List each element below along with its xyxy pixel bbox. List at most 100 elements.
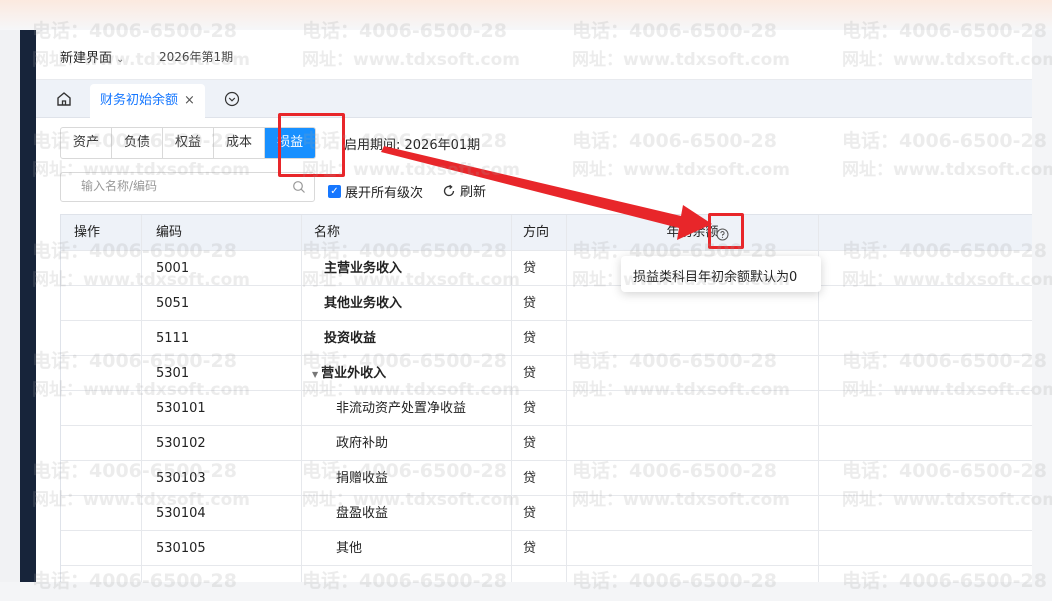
table-row[interactable]: 530102 政府补助 贷 <box>61 426 1032 461</box>
table-row[interactable]: 5001 主营业务收入 贷 <box>61 251 1032 286</box>
table-row[interactable]: 530105 其他 贷 <box>61 531 1032 566</box>
op-cell <box>61 321 142 355</box>
category-tab-cost[interactable]: 成本 <box>214 128 266 158</box>
extra-cell <box>819 531 1032 565</box>
chevron-down-icon: ⌄ <box>116 54 125 65</box>
col-header-extra <box>819 215 1032 250</box>
refresh-label: 刷新 <box>460 185 487 200</box>
balance-cell[interactable] <box>567 496 819 530</box>
search-box <box>60 172 315 202</box>
name-cell <box>302 566 512 582</box>
op-cell <box>61 426 142 460</box>
code-cell: 5301 <box>142 356 302 390</box>
close-icon[interactable]: × <box>184 93 195 108</box>
balance-cell[interactable] <box>567 356 819 390</box>
expand-all-checkbox[interactable]: ✓ 展开所有级次 <box>328 182 423 201</box>
table-row[interactable]: 5111 投资收益 贷 <box>61 321 1032 356</box>
balance-cell[interactable] <box>567 426 819 460</box>
search-input[interactable] <box>81 179 281 193</box>
extra-cell <box>819 286 1032 320</box>
extra-cell <box>819 391 1032 425</box>
app-window: 新建界面 ⌄ 2026年第1期 财务初始余额 × 资产 负债 权益 成本 损益 启用… <box>36 30 1032 582</box>
name-cell: 非流动资产处置净收益 <box>302 391 512 425</box>
app-header: 新建界面 ⌄ 2026年第1期 <box>36 30 1032 80</box>
name-cell: 其他 <box>302 531 512 565</box>
extra-cell <box>819 356 1032 390</box>
code-cell: 530101 <box>142 391 302 425</box>
name-cell: 主营业务收入 <box>302 251 512 285</box>
table-row[interactable]: 530104 盘盈收益 贷 <box>61 496 1032 531</box>
direction-cell: 贷 <box>512 391 567 425</box>
direction-cell: 贷 <box>512 356 567 390</box>
more-circle-icon[interactable] <box>224 91 240 107</box>
tab-financial-opening-balance[interactable]: 财务初始余额 × <box>90 84 205 118</box>
table-row-partial <box>61 566 1032 582</box>
code-cell: 5051 <box>142 286 302 320</box>
code-cell: 530104 <box>142 496 302 530</box>
col-header-direction: 方向 <box>512 215 567 250</box>
name-cell: 投资收益 <box>302 321 512 355</box>
enable-period-label: 启用期间: 2026年01期 <box>344 138 481 153</box>
checkbox-checked-icon: ✓ <box>328 185 341 198</box>
extra-cell <box>819 251 1032 285</box>
code-cell: 530102 <box>142 426 302 460</box>
balance-table: 操作 编码 名称 方向 年初余额 5001 主营业务收入 贷 5051 其他业务… <box>60 214 1032 582</box>
table-row[interactable]: 530103 捐赠收益 贷 <box>61 461 1032 496</box>
direction-cell: 贷 <box>512 321 567 355</box>
tooltip-text: 损益类科目年初余额默认为0 <box>633 270 798 285</box>
period-label: 2026年第1期 <box>159 50 234 64</box>
table-header-row: 操作 编码 名称 方向 年初余额 <box>61 215 1032 251</box>
op-cell <box>61 461 142 495</box>
tab-label: 财务初始余额 <box>100 93 179 108</box>
extra-cell <box>819 461 1032 495</box>
workspace-label: 新建界面 <box>60 51 113 66</box>
name-cell: 政府补助 <box>302 426 512 460</box>
direction-cell: 贷 <box>512 251 567 285</box>
balance-cell[interactable] <box>567 321 819 355</box>
category-tab-liabilities[interactable]: 负债 <box>112 128 164 158</box>
category-tab-equity[interactable]: 权益 <box>163 128 215 158</box>
workspace-selector[interactable]: 新建界面 ⌄ <box>60 47 124 66</box>
name-text: 营业外收入 <box>321 366 387 381</box>
tooltip: 损益类科目年初余额默认为0 <box>621 250 821 292</box>
code-cell: 530105 <box>142 531 302 565</box>
code-cell: 5001 <box>142 251 302 285</box>
window-right-strip <box>1032 30 1052 582</box>
table-row[interactable]: 5301 ▼ 营业外收入 贷 <box>61 356 1032 391</box>
col-header-balance: 年初余额 <box>567 215 819 250</box>
tab-bar: 财务初始余额 × <box>36 80 1032 118</box>
direction-cell <box>512 566 567 582</box>
op-cell <box>61 356 142 390</box>
balance-cell[interactable] <box>567 531 819 565</box>
direction-cell: 贷 <box>512 531 567 565</box>
col-header-op: 操作 <box>61 215 142 250</box>
op-cell <box>61 566 142 582</box>
name-cell: ▼ 营业外收入 <box>302 356 512 390</box>
code-cell <box>142 566 302 582</box>
refresh-button[interactable]: 刷新 <box>442 181 486 200</box>
home-icon[interactable] <box>54 89 74 109</box>
window-top-strip <box>0 0 1052 30</box>
col-header-code: 编码 <box>142 215 302 250</box>
op-cell <box>61 286 142 320</box>
extra-cell <box>819 321 1032 355</box>
balance-cell[interactable] <box>567 391 819 425</box>
category-tab-assets[interactable]: 资产 <box>61 128 113 158</box>
op-cell <box>61 251 142 285</box>
table-row[interactable]: 530101 非流动资产处置净收益 贷 <box>61 391 1032 426</box>
name-cell: 其他业务收入 <box>302 286 512 320</box>
name-cell: 捐赠收益 <box>302 461 512 495</box>
balance-cell[interactable] <box>567 461 819 495</box>
table-row[interactable]: 5051 其他业务收入 贷 <box>61 286 1032 321</box>
direction-cell: 贷 <box>512 426 567 460</box>
caret-down-icon[interactable]: ▼ <box>312 370 318 379</box>
col-header-name: 名称 <box>302 215 512 250</box>
left-sidebar-edge <box>20 30 36 582</box>
direction-cell: 贷 <box>512 461 567 495</box>
name-cell: 盘盈收益 <box>302 496 512 530</box>
window-bottom-strip <box>0 582 1052 601</box>
refresh-icon <box>443 184 455 196</box>
op-cell <box>61 531 142 565</box>
annotation-box-profit-loss <box>278 113 345 177</box>
search-icon[interactable] <box>292 180 306 194</box>
